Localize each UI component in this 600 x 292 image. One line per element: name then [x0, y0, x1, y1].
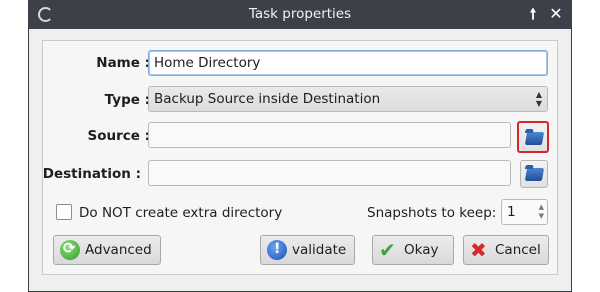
- snapshots-label: Snapshots to keep:: [367, 205, 497, 221]
- validate-button-label: validate: [292, 242, 347, 258]
- okay-button[interactable]: ✔ Okay: [372, 235, 454, 265]
- source-label: Source :: [87, 128, 150, 144]
- cancel-button-label: Cancel: [495, 242, 541, 258]
- type-select-value: Backup Source inside Destination: [154, 91, 381, 107]
- keep-above-icon[interactable]: 🠕: [524, 5, 542, 23]
- type-label: Type :: [104, 92, 150, 108]
- advanced-button-label: Advanced: [85, 242, 152, 258]
- form-panel: Name : Home Directory Type : Backup Sour…: [42, 40, 558, 275]
- name-label: Name :: [96, 55, 150, 71]
- snapshots-spinbox[interactable]: 1 ▲ ▼: [501, 199, 548, 225]
- cancel-button[interactable]: ✖ Cancel: [463, 235, 549, 265]
- title-bar: Task properties 🠕 ✕: [29, 0, 571, 29]
- no-extra-directory-checkbox[interactable]: [56, 204, 72, 220]
- no-extra-directory-label: Do NOT create extra directory: [79, 205, 283, 221]
- type-select[interactable]: Backup Source inside Destination ▲ ▼: [148, 86, 548, 112]
- window-title: Task properties: [248, 6, 352, 22]
- folder-icon: [524, 168, 545, 181]
- task-properties-dialog: Task properties 🠕 ✕ Name : Home Director…: [28, 0, 572, 292]
- folder-icon: [524, 132, 545, 145]
- okay-button-label: Okay: [404, 242, 439, 258]
- destination-input[interactable]: [148, 160, 511, 186]
- info-icon: [267, 240, 287, 260]
- snapshots-value: 1: [507, 204, 516, 220]
- destination-label: Destination :: [42, 166, 141, 182]
- check-icon: ✔: [379, 238, 396, 262]
- name-input[interactable]: Home Directory: [148, 50, 548, 76]
- select-arrows-icon: ▲ ▼: [535, 90, 542, 108]
- close-icon[interactable]: ✕: [547, 5, 565, 23]
- source-input[interactable]: [148, 122, 511, 148]
- refresh-icon: [60, 239, 80, 260]
- validate-button[interactable]: validate: [260, 235, 355, 265]
- x-icon: ✖: [470, 238, 487, 262]
- destination-browse-button[interactable]: [520, 160, 548, 188]
- advanced-button[interactable]: Advanced: [53, 235, 161, 265]
- spin-arrows-icon[interactable]: ▲ ▼: [539, 203, 544, 221]
- source-browse-button[interactable]: [517, 121, 549, 153]
